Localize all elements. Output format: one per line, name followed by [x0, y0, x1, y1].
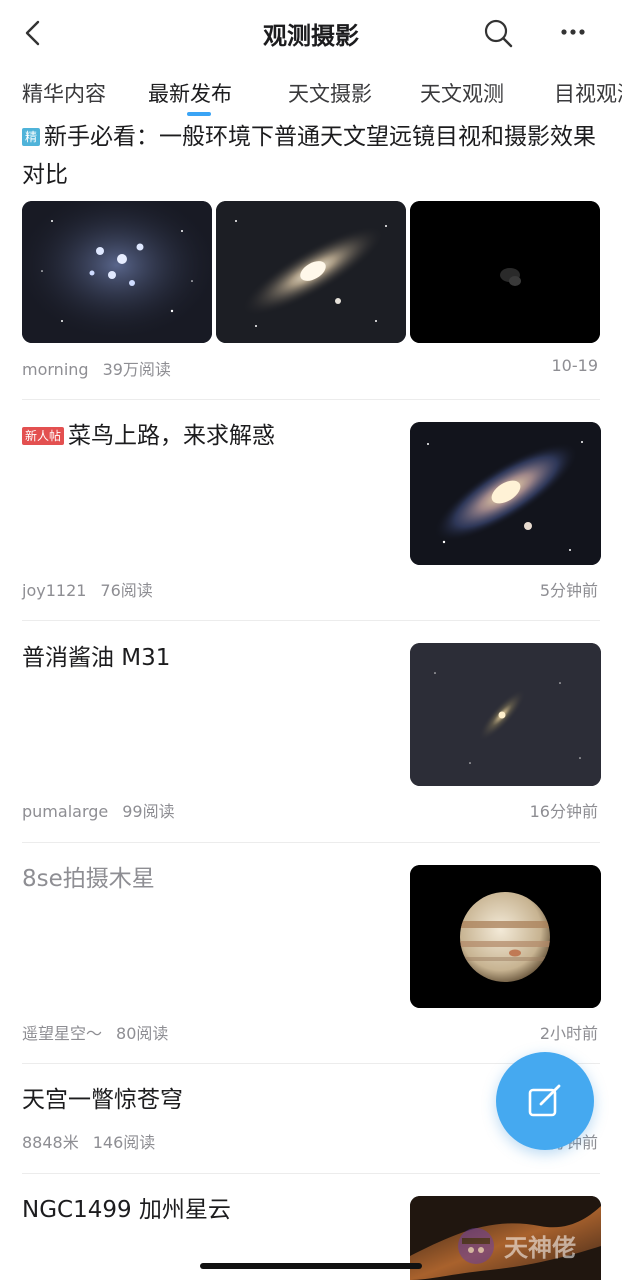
jupiter-image[interactable]: [410, 865, 601, 1008]
post-time: 16分钟前: [529, 802, 598, 821]
post-card[interactable]: 新人帖 菜鸟上路，来求解惑 joy1121 76阅读 5分钟前: [0, 400, 622, 620]
more-icon[interactable]: [558, 20, 588, 44]
post-card[interactable]: 普消酱油 M31 pumalarge 99阅读 16分钟前: [0, 621, 622, 842]
tab-latest[interactable]: 最新发布: [148, 78, 232, 108]
tab-featured[interactable]: 精华内容: [22, 78, 106, 108]
search-icon[interactable]: [482, 17, 514, 49]
post-title: NGC1499 加州星云: [22, 1197, 231, 1223]
read-count: 146阅读: [92, 1133, 156, 1152]
andromeda-galaxy-image[interactable]: [410, 422, 601, 565]
top-nav-bar: 观测摄影: [0, 0, 622, 68]
home-indicator[interactable]: [200, 1263, 422, 1269]
read-count: 76阅读: [100, 581, 153, 600]
andromeda-galaxy-faint-image[interactable]: [410, 643, 601, 786]
post-time: 10-19: [551, 356, 599, 375]
compose-icon: [528, 1084, 561, 1117]
post-meta: pumalarge 99阅读: [22, 798, 175, 822]
andromeda-galaxy-image[interactable]: [216, 201, 406, 343]
tab-astro-observation[interactable]: 天文观测: [420, 78, 504, 108]
active-tab-indicator: [187, 112, 211, 116]
post-card[interactable]: 8se拍摄木星 遥望星空～ 80阅读 2小时前: [0, 843, 622, 1063]
faint-nebula-image[interactable]: [410, 201, 600, 343]
tab-astrophotography[interactable]: 天文摄影: [288, 78, 372, 108]
post-meta: morning 39万阅读: [22, 356, 171, 380]
post-title: 精新手必看：一般环境下普通天文望远镜目视和摄影效果对比: [22, 124, 597, 188]
pleiades-cluster-image[interactable]: [22, 201, 212, 343]
read-count: 99阅读: [122, 802, 175, 821]
mascot-logo: 天神佬: [454, 1218, 604, 1268]
post-time: 2小时前: [539, 1024, 598, 1043]
post-time: 5分钟前: [539, 581, 598, 600]
category-tabs: 精华内容 最新发布 天文摄影 天文观测 目视观测: [0, 68, 622, 118]
post-title: 新人帖 菜鸟上路，来求解惑: [22, 417, 392, 455]
tab-visual-observation[interactable]: 目视观测: [554, 78, 622, 108]
read-count: 80阅读: [116, 1024, 169, 1043]
post-title: 8se拍摄木星: [22, 866, 155, 892]
post-meta: joy1121 76阅读: [22, 577, 153, 601]
author-name[interactable]: 遥望星空～: [22, 1024, 102, 1043]
author-name[interactable]: joy1121: [22, 581, 86, 600]
read-count: 39万阅读: [102, 360, 171, 379]
new-user-badge: 新人帖: [22, 427, 65, 445]
page-title: 观测摄影: [263, 22, 359, 50]
post-card[interactable]: 精新手必看：一般环境下普通天文望远镜目视和摄影效果对比 morning 39万阅…: [0, 118, 622, 400]
author-name[interactable]: pumalarge: [22, 802, 108, 821]
author-name[interactable]: morning: [22, 360, 89, 379]
post-title: 普消酱油 M31: [22, 645, 171, 671]
compose-button[interactable]: [496, 1052, 594, 1150]
author-name[interactable]: 8848米: [22, 1133, 79, 1152]
watermark-text: 天神佬: [504, 1234, 576, 1262]
post-meta: 8848米 146阅读: [22, 1129, 155, 1153]
post-meta: 遥望星空～ 80阅读: [22, 1020, 168, 1044]
post-title: 天宫一瞥惊苍穹: [22, 1087, 183, 1113]
featured-badge: 精: [22, 128, 41, 146]
